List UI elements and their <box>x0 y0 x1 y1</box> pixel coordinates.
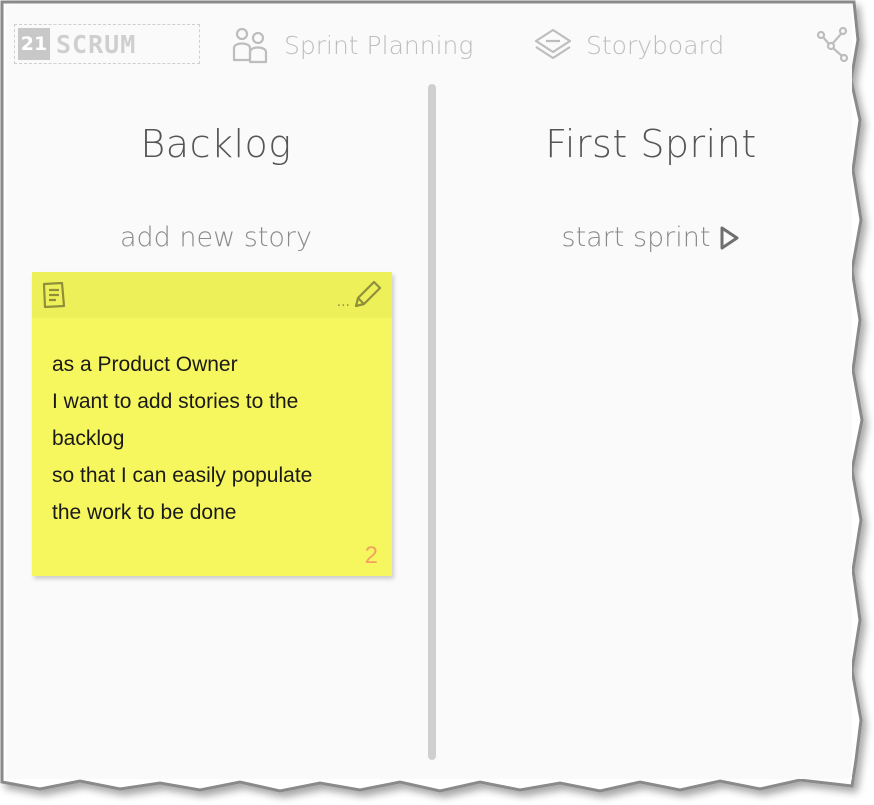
nav-sprint-planning-label: Sprint Planning <box>284 30 474 60</box>
layers-icon <box>532 26 574 64</box>
logo-text: SCRUM <box>56 29 137 59</box>
start-sprint-button[interactable]: start sprint <box>476 222 826 253</box>
story-card-ellipsis: ... <box>336 294 350 310</box>
story-card[interactable]: ... as a Product Owner I want to add sto… <box>32 272 392 576</box>
chart-nodes-icon <box>816 26 850 64</box>
story-line: as a Product Owner <box>52 353 238 376</box>
nav-storyboard-label: Storyboard <box>586 30 725 60</box>
note-icon[interactable] <box>40 280 68 314</box>
app-logo[interactable]: 21 SCRUM <box>14 24 200 64</box>
nav-graph[interactable] <box>816 26 852 64</box>
jigsaw-people-icon <box>228 26 272 64</box>
story-line: so that I can easily populate <box>52 464 313 487</box>
add-new-story-link[interactable]: add new story <box>46 222 386 253</box>
start-sprint-label: start sprint <box>561 222 711 253</box>
logo-badge: 21 <box>18 28 50 60</box>
story-line: backlog <box>52 427 125 450</box>
nav-sprint-planning[interactable]: Sprint Planning <box>228 26 473 64</box>
nav-storyboard[interactable]: Storyboard <box>532 26 724 64</box>
story-line: the work to be done <box>52 501 237 524</box>
story-card-text: as a Product Owner I want to add stories… <box>52 346 382 531</box>
pencil-icon[interactable] <box>350 278 384 316</box>
scrum-app: 21 SCRUM Sprint Planning Storyboard Back… <box>6 4 852 779</box>
top-nav: 21 SCRUM Sprint Planning Storyboard <box>6 4 852 80</box>
story-points: 2 <box>364 542 378 569</box>
story-line: I want to add stories to the <box>52 390 299 413</box>
play-triangle-icon <box>718 225 740 251</box>
column-divider <box>428 84 436 760</box>
story-card-header: ... <box>32 272 392 318</box>
backlog-title: Backlog <box>140 122 292 166</box>
sprint-title: First Sprint <box>545 122 757 166</box>
